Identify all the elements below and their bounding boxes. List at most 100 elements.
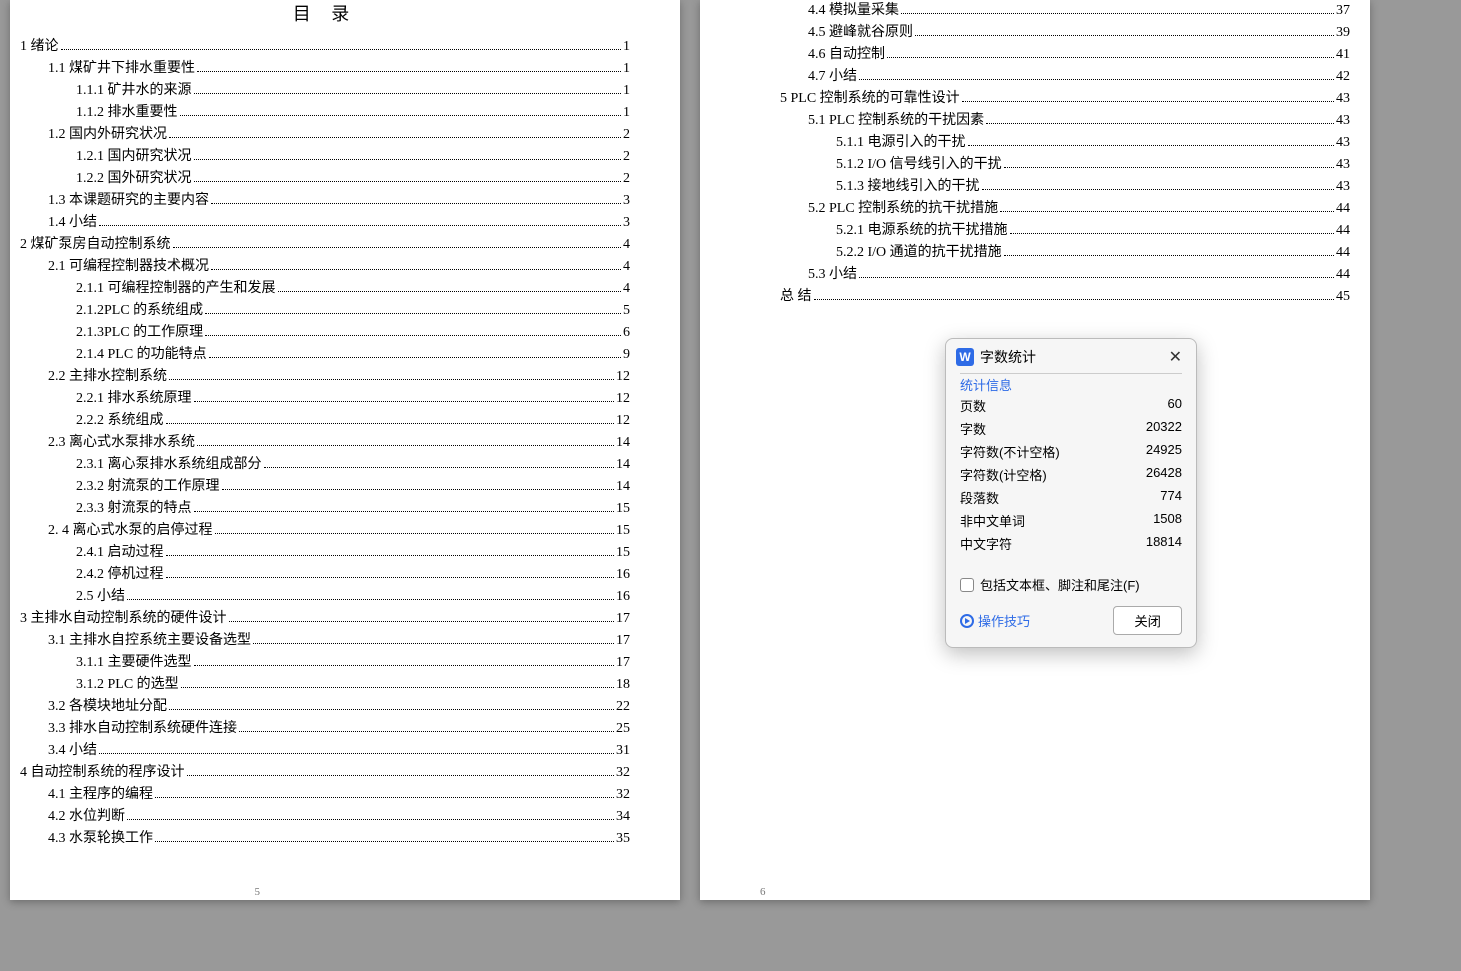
- dialog-titlebar: W 字数统计 ✕: [946, 339, 1196, 373]
- toc-entry-text: 3.1.2 PLC 的选型: [76, 674, 179, 696]
- toc-entry-text: 2.5 小结: [76, 586, 125, 608]
- stat-value: 774: [1160, 488, 1182, 507]
- toc-entry: 4.1 主程序的编程32: [20, 784, 630, 806]
- stats-section-title: 统计信息: [960, 375, 1018, 394]
- toc-entry-page: 12: [616, 366, 630, 388]
- toc-leader-dots: [197, 71, 621, 72]
- toc-entry: 1.1.1 矿井水的来源1: [20, 80, 630, 102]
- word-count-dialog: W 字数统计 ✕ 统计信息 页数60字数20322字符数(不计空格)24925字…: [945, 338, 1197, 648]
- toc-leader-dots: [197, 445, 614, 446]
- toc-leader-dots: [155, 797, 614, 798]
- toc-leader-dots: [1000, 211, 1334, 212]
- include-textbox-row[interactable]: 包括文本框、脚注和尾注(F): [946, 567, 1196, 598]
- toc-entry-text: 3.1 主排水自控系统主要设备选型: [48, 630, 251, 652]
- toc-entry-text: 4.1 主程序的编程: [48, 784, 153, 806]
- toc-entry-text: 4.4 模拟量采集: [808, 0, 899, 22]
- toc-leader-dots: [887, 57, 1334, 58]
- toc-entry-page: 44: [1336, 264, 1350, 286]
- toc-entry-text: 3.2 各模块地址分配: [48, 696, 167, 718]
- toc-entry: 4.6 自动控制41: [780, 44, 1350, 66]
- toc-entry: 4.4 模拟量采集 37: [780, 0, 1350, 22]
- toc-entry-page: 6: [623, 322, 630, 344]
- toc-entry-text: 5.2.2 I/O 通道的抗干扰措施: [836, 242, 1002, 264]
- toc-entry-page: 17: [616, 630, 630, 652]
- toc-entry-text: 2.2.2 系统组成: [76, 410, 164, 432]
- toc-leader-dots: [194, 401, 615, 402]
- stat-label: 字符数(不计空格): [960, 442, 1060, 461]
- toc-entry-page: 15: [616, 542, 630, 564]
- toc-leader-dots: [278, 291, 622, 292]
- toc-leader-dots: [229, 621, 615, 622]
- toc-entry-page: 22: [616, 696, 630, 718]
- toc-entry: 1.2 国内外研究状况2: [20, 124, 630, 146]
- toc-entry: 5.1.2 I/O 信号线引入的干扰43: [780, 154, 1350, 176]
- toc-entry-text: 1.3 本课题研究的主要内容: [48, 190, 209, 212]
- toc-leader-dots: [814, 299, 1335, 300]
- toc-entry: 2.3.3 射流泵的特点15: [20, 498, 630, 520]
- toc-entry-text: 2.3.2 射流泵的工作原理: [76, 476, 220, 498]
- toc-entry-page: 1: [623, 102, 630, 124]
- toc-entry-page: 12: [616, 388, 630, 410]
- toc-entry-page: 45: [1336, 286, 1350, 308]
- toc-entry: 5.1.1 电源引入的干扰43: [780, 132, 1350, 154]
- checkbox-icon[interactable]: [960, 578, 974, 592]
- toc-entry-page: 41: [1336, 44, 1350, 66]
- toc-entry: 3.1.2 PLC 的选型 18: [20, 674, 630, 696]
- tips-link[interactable]: 操作技巧: [960, 611, 1030, 630]
- toc-entry: 4.5 避峰就谷原则39: [780, 22, 1350, 44]
- stat-label: 字符数(计空格): [960, 465, 1047, 484]
- toc-entry-page: 1: [623, 58, 630, 80]
- toc-leader-dots: [211, 203, 621, 204]
- toc-leader-dots: [99, 753, 614, 754]
- stat-value: 60: [1168, 396, 1182, 415]
- toc-entry-text: 5.2 PLC 控制系统的抗干扰措施: [808, 198, 998, 220]
- toc-entry: 1.1.2 排水重要性1: [20, 102, 630, 124]
- toc-leader-dots: [194, 93, 622, 94]
- toc-entry-page: 2: [623, 146, 630, 168]
- toc-entry-page: 31: [616, 740, 630, 762]
- toc-entry: 5.2 PLC 控制系统的抗干扰措施44: [780, 198, 1350, 220]
- toc-entry-page: 43: [1336, 88, 1350, 110]
- toc-entry-text: 2.1 可编程控制器技术概况: [48, 256, 209, 278]
- toc-entry-page: 44: [1336, 242, 1350, 264]
- toc-leader-dots: [166, 555, 615, 556]
- stat-label: 段落数: [960, 488, 999, 507]
- dialog-body: 统计信息 页数60字数20322字符数(不计空格)24925字符数(计空格)26…: [946, 373, 1196, 567]
- toc-entry-text: 1.2.1 国内研究状况: [76, 146, 192, 168]
- toc-entry-text: 4.5 避峰就谷原则: [808, 22, 913, 44]
- toc-entry-text: 2.1.1 可编程控制器的产生和发展: [76, 278, 276, 300]
- toc-entry-page: 37: [1336, 0, 1350, 22]
- toc-leader-dots: [222, 489, 615, 490]
- toc-entry-page: 44: [1336, 220, 1350, 242]
- toc-entry-text: 2.1.3PLC 的工作原理: [76, 322, 203, 344]
- toc-leader-dots: [1004, 255, 1334, 256]
- toc-entry-page: 2: [623, 124, 630, 146]
- toc-entry-page: 15: [616, 498, 630, 520]
- toc-entry-page: 16: [616, 586, 630, 608]
- toc-leader-dots: [180, 115, 622, 116]
- stat-value: 26428: [1146, 465, 1182, 484]
- toc-leader-dots: [264, 467, 615, 468]
- stat-value: 20322: [1146, 419, 1182, 438]
- toc-entry: 4.3 水泵轮换工作35: [20, 828, 630, 850]
- toc-entry-page: 4: [623, 256, 630, 278]
- toc-entry-text: 总 结: [780, 286, 812, 308]
- toc-entry: 1.2.2 国外研究状况2: [20, 168, 630, 190]
- toc-entry: 2.3.1 离心泵排水系统组成部分14: [20, 454, 630, 476]
- tips-label: 操作技巧: [978, 611, 1030, 630]
- toc-entry-page: 18: [616, 674, 630, 696]
- toc-entry-text: 3.4 小结: [48, 740, 97, 762]
- toc-entry: 2.3 离心式水泵排水系统14: [20, 432, 630, 454]
- toc-entry-text: 2.1.4 PLC 的功能特点: [76, 344, 207, 366]
- close-button[interactable]: 关闭: [1113, 606, 1182, 635]
- toc-leader-dots: [1010, 233, 1335, 234]
- toc-leader-dots: [181, 687, 614, 688]
- toc-entry-page: 15: [616, 520, 630, 542]
- toc-leader-dots: [901, 13, 1334, 14]
- toc-entry-page: 35: [616, 828, 630, 850]
- toc-entry-page: 1: [623, 36, 630, 58]
- close-icon[interactable]: ✕: [1165, 347, 1186, 367]
- toc-entry-page: 14: [616, 476, 630, 498]
- toc-entry: 2 煤矿泵房自动控制系统4: [20, 234, 630, 256]
- toc-leader-dots: [194, 665, 615, 666]
